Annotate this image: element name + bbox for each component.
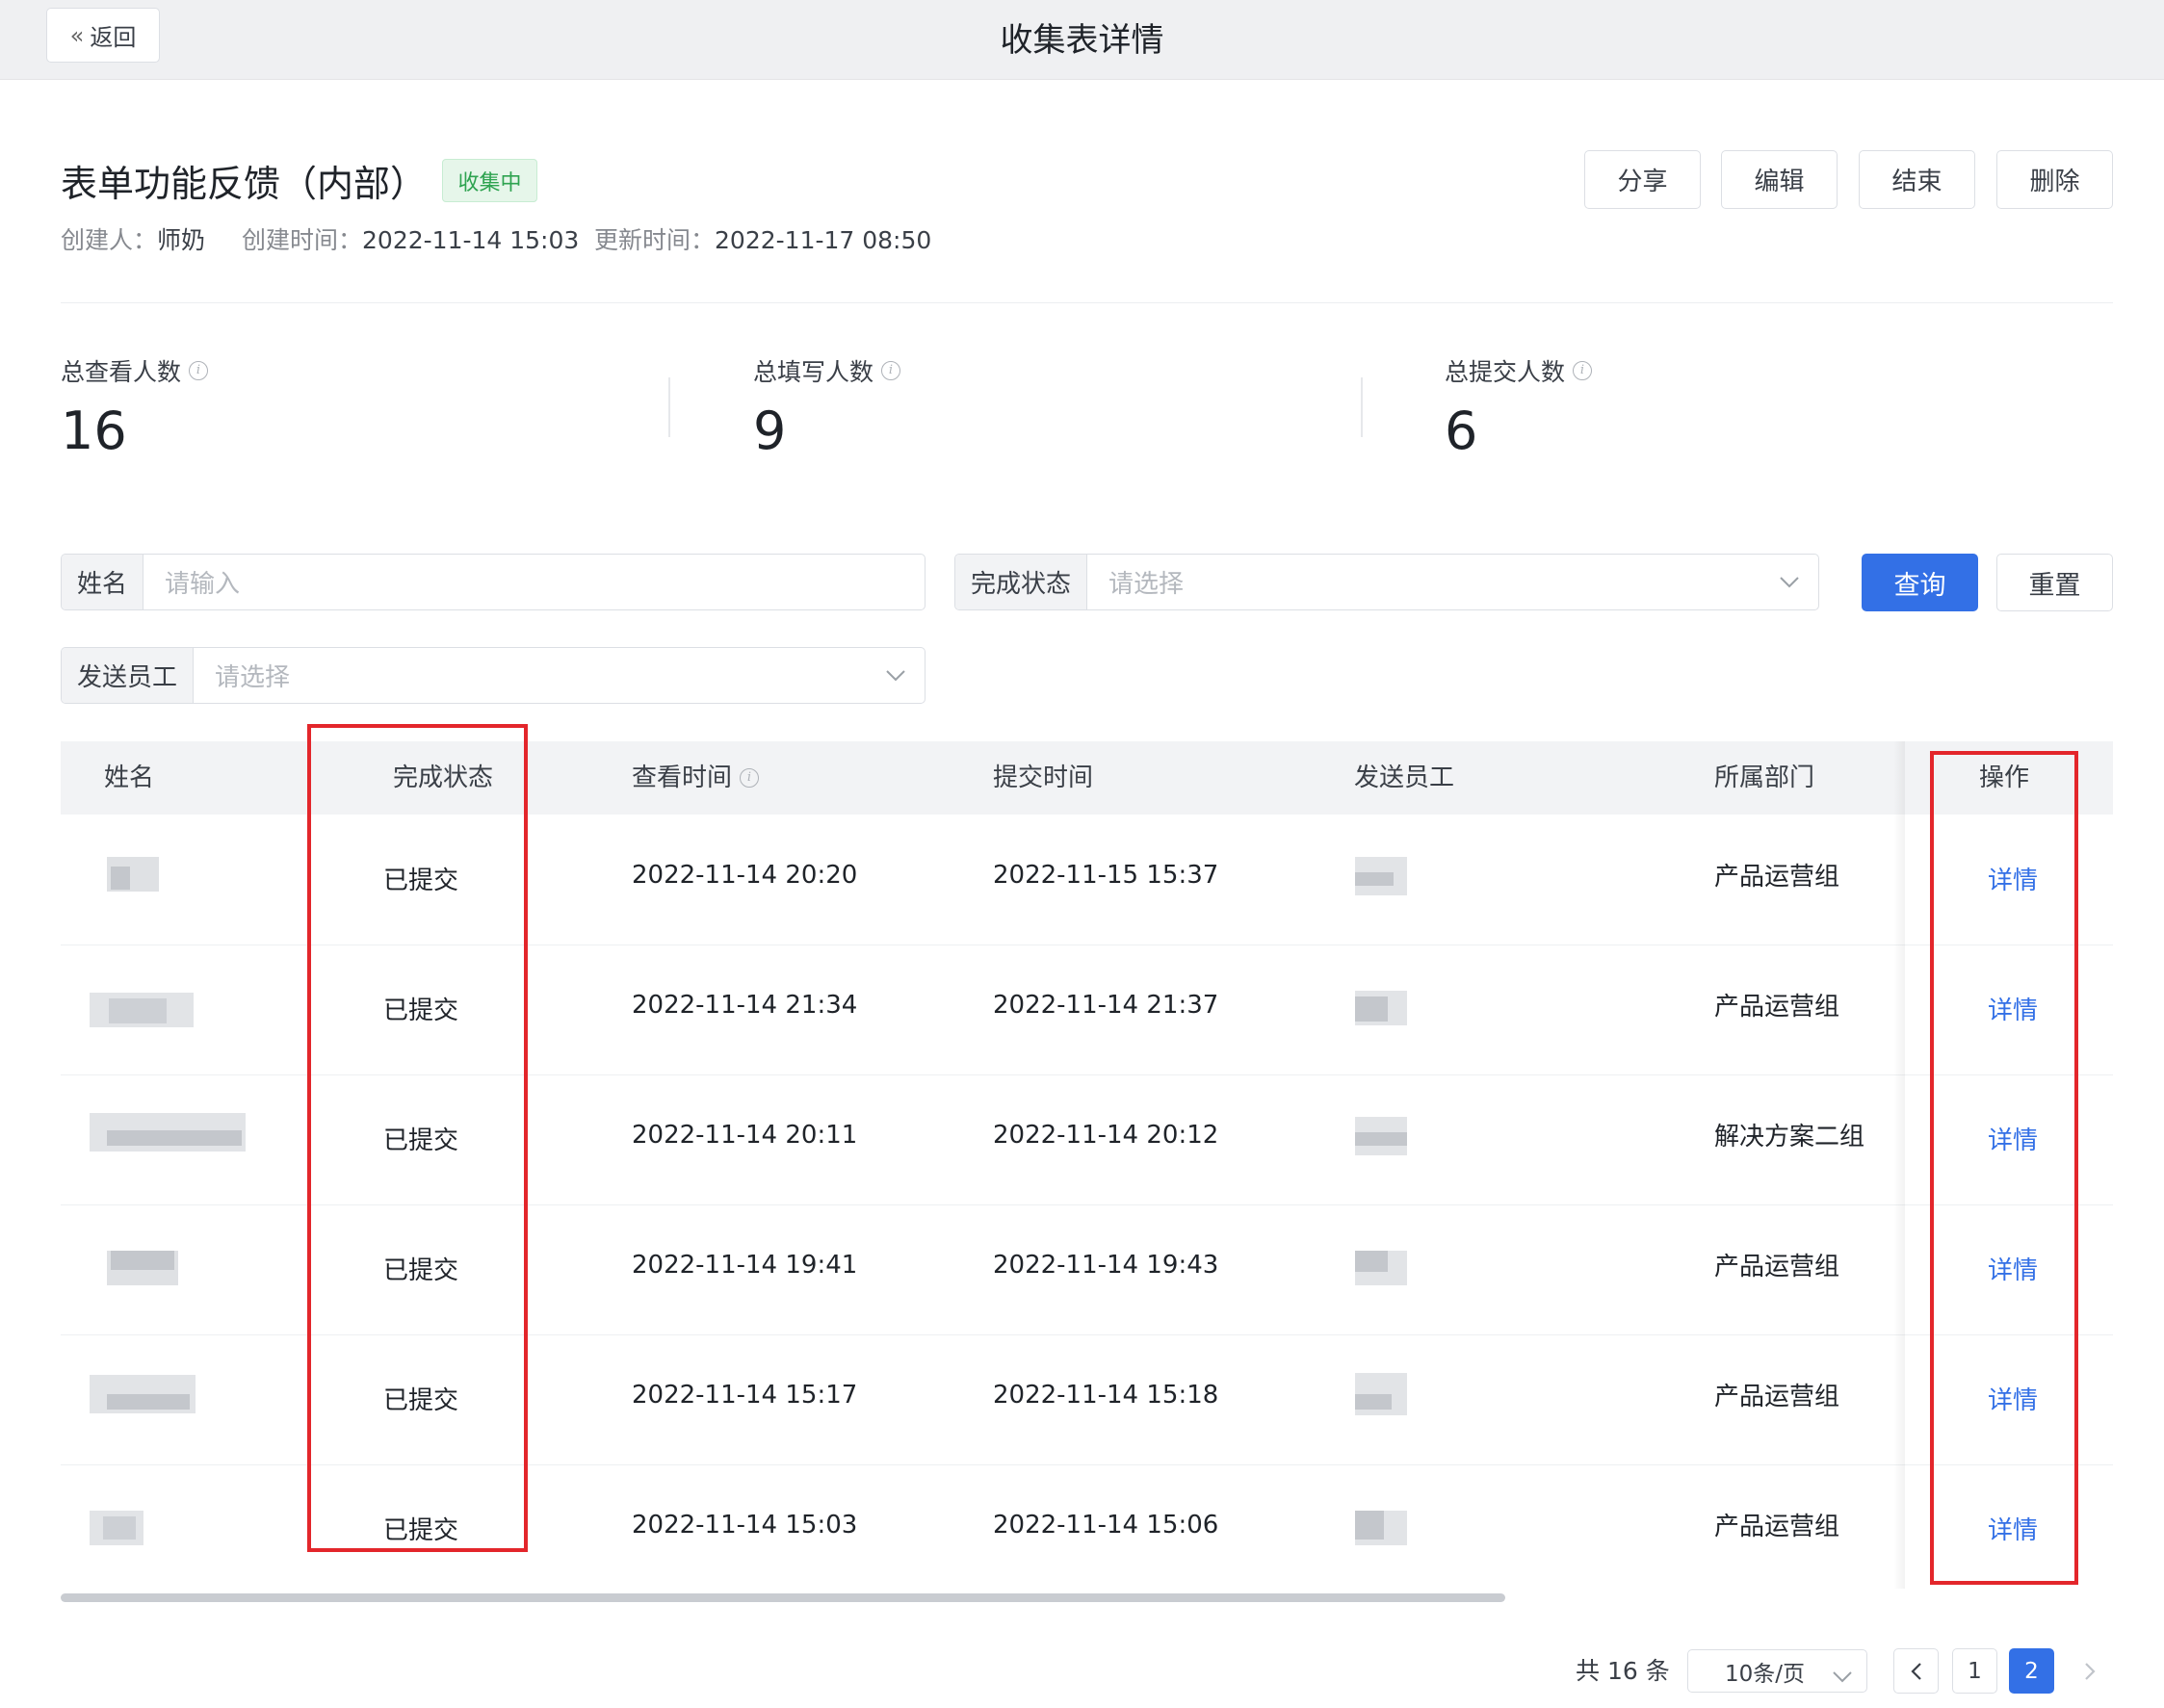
stat-submitted-label: 总提交人数 i [1445,353,1593,388]
prev-page-button[interactable] [1893,1648,1939,1694]
sender-select[interactable]: 请选择 [194,648,867,703]
cell-viewed-time: 2022-11-14 15:17 [632,1381,858,1410]
reset-button[interactable]: 重置 [1996,554,2113,611]
query-button[interactable]: 查询 [1862,554,1978,611]
info-icon[interactable]: i [740,768,760,788]
col-name: 姓名 [104,763,155,792]
stat-separator [668,377,670,437]
stat-filled-value: 9 [753,401,787,461]
cell-department: 产品运营组 [1714,1253,1840,1281]
page-2-button[interactable]: 2 [2009,1648,2054,1694]
stat-viewed-text: 总查看人数 [61,358,182,386]
created-value: 2022-11-14 15:03 [362,226,580,254]
col-sender: 发送员工 [1354,763,1455,792]
status-select[interactable]: 请选择 [1087,555,1760,609]
horizontal-scrollbar[interactable] [61,1593,1505,1602]
pagination-total: 共 16 条 [1576,1657,1670,1685]
updated-value: 2022-11-17 08:50 [715,226,932,254]
page-1-button[interactable]: 1 [1952,1648,1997,1694]
created-meta: 创建时间：2022-11-14 15:03 [242,221,579,256]
cell-submit-time: 2022-11-14 21:37 [993,991,1219,1020]
cell-viewed-time: 2022-11-14 20:11 [632,1121,858,1150]
page-size-select[interactable]: 10条/页 [1687,1649,1867,1693]
next-page-button[interactable] [2067,1648,2112,1694]
cell-department: 产品运营组 [1714,993,1840,1022]
cell-viewed-time: 2022-11-14 15:03 [632,1511,858,1540]
form-title: 表单功能反馈（内部） [61,163,428,205]
highlight-box-status-column [307,724,528,1552]
status-filter: 完成状态 请选择 [954,554,1819,610]
created-label: 创建时间： [242,226,363,254]
creator-meta: 创建人：师奶 [61,221,205,256]
updated-label: 更新时间： [594,226,716,254]
cell-department: 解决方案二组 [1714,1123,1865,1152]
stat-viewed-label: 总查看人数 i [61,353,209,388]
delete-button[interactable]: 删除 [1996,150,2113,209]
creator-label: 创建人： [61,226,158,254]
cell-submit-time: 2022-11-14 15:06 [993,1511,1219,1540]
end-button[interactable]: 结束 [1859,150,1975,209]
name-input[interactable]: 请输入 [143,555,925,609]
info-icon[interactable]: i [189,361,209,380]
cell-department: 产品运营组 [1714,1383,1840,1411]
stat-separator [1361,377,1363,437]
chevron-down-icon[interactable] [867,648,925,703]
highlight-box-actions-column [1930,751,2078,1585]
status-filter-label: 完成状态 [955,555,1088,609]
cell-department: 产品运营组 [1714,1513,1840,1541]
cell-submit-time: 2022-11-14 15:18 [993,1381,1219,1410]
page-title: 收集表详情 [1000,21,1164,60]
cell-department: 产品运营组 [1714,863,1840,892]
stat-submitted-text: 总提交人数 [1445,358,1566,386]
share-button[interactable]: 分享 [1584,150,1701,209]
stat-filled-label: 总填写人数 i [753,353,901,388]
name-filter: 姓名 请输入 [61,554,926,610]
stat-viewed-value: 16 [61,401,127,461]
info-icon[interactable]: i [881,361,901,380]
sender-filter-label: 发送员工 [62,648,195,703]
chevron-down-icon[interactable] [1760,555,1818,609]
top-bar: « 返回 收集表详情 [0,0,2164,80]
fixed-column-shadow [1893,741,1905,1589]
sender-filter: 发送员工 请选择 [61,647,926,704]
cell-viewed-time: 2022-11-14 20:20 [632,861,858,890]
updated-meta: 更新时间：2022-11-17 08:50 [594,221,931,256]
col-submit-time: 提交时间 [993,763,1094,792]
chevron-right-icon [2084,1662,2096,1680]
cell-viewed-time: 2022-11-14 21:34 [632,991,858,1020]
info-icon[interactable]: i [1573,361,1593,380]
col-viewed-time-label: 查看时间 [632,763,733,792]
cell-submit-time: 2022-11-14 19:43 [993,1251,1219,1280]
page-size-value: 10条/页 [1725,1661,1806,1687]
status-badge: 收集中 [442,159,537,202]
chevron-left-icon [1910,1662,1921,1680]
creator-value: 师奶 [157,226,206,254]
name-filter-label: 姓名 [62,555,144,609]
cell-submit-time: 2022-11-14 20:12 [993,1121,1219,1150]
cell-submit-time: 2022-11-15 15:37 [993,861,1219,890]
edit-button[interactable]: 编辑 [1721,150,1838,209]
divider [61,302,2113,303]
stat-submitted-value: 6 [1445,401,1478,461]
chevron-down-icon [1832,1665,1853,1690]
cell-viewed-time: 2022-11-14 19:41 [632,1251,858,1280]
stat-filled-text: 总填写人数 [753,358,874,386]
col-department: 所属部门 [1714,763,1815,792]
col-viewed-time: 查看时间 i [632,741,760,815]
